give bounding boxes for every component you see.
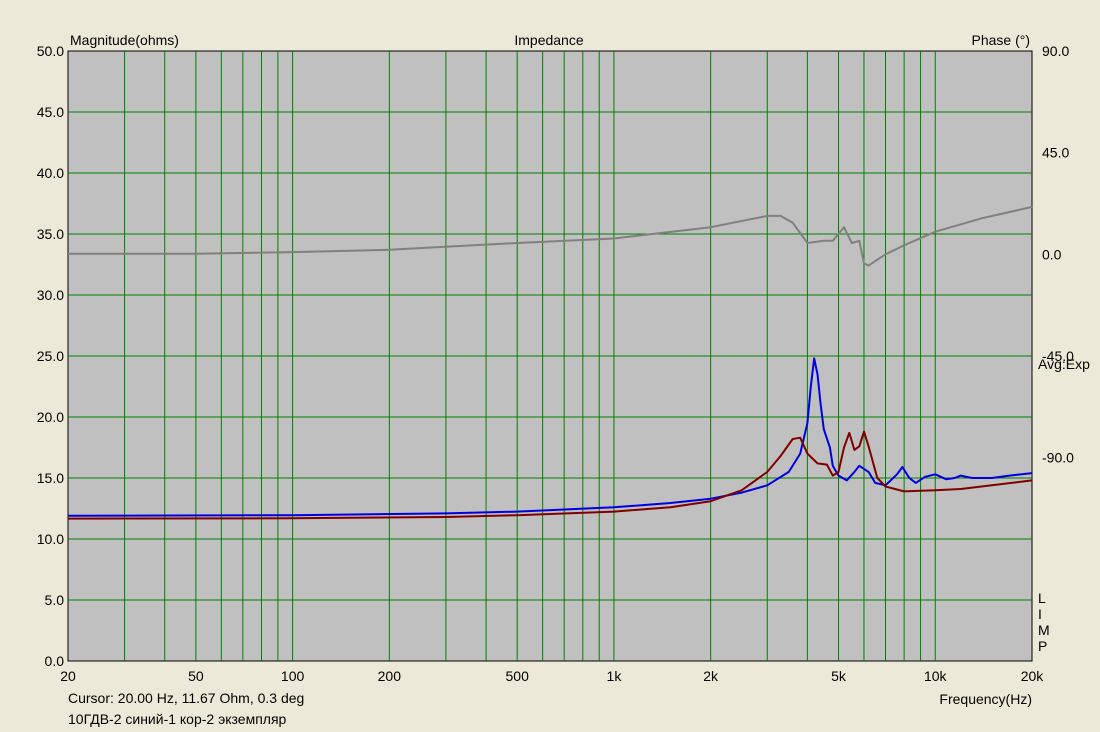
impedance-chart: 0.0 5.0 10.0 15.0 20.0 25.0 30.0 35.0 40.0 45.0 50… xyxy=(37,32,1090,707)
limp-letter-i: I xyxy=(1038,606,1042,622)
x-tick-label: 100 xyxy=(281,668,305,684)
y-axis-label-left: Magnitude(ohms) xyxy=(70,32,179,48)
y-tick-label-left: 30.0 xyxy=(37,287,64,303)
x-tick-label: 2k xyxy=(703,668,719,684)
limp-letter-l: L xyxy=(1038,590,1046,606)
cursor-readout: Cursor: 20.00 Hz, 11.67 Ohm, 0.3 deg xyxy=(68,690,305,706)
y-tick-label-left: 50.0 xyxy=(37,43,64,59)
y-tick-label-left: 35.0 xyxy=(37,226,64,242)
y-tick-label-left: 0.0 xyxy=(45,653,65,669)
x-tick-label: 5k xyxy=(831,668,847,684)
y-tick-label-right: -90.0 xyxy=(1042,450,1074,466)
y-tick-label-right: 45.0 xyxy=(1042,145,1069,161)
y-tick-label-right: 90.0 xyxy=(1042,43,1069,59)
chart-title: Impedance xyxy=(514,32,583,48)
y-tick-label-left: 25.0 xyxy=(37,348,64,364)
measurement-label: 10ГДВ-2 синий-1 кор-2 экземпляр xyxy=(68,711,287,727)
x-tick-label: 1k xyxy=(607,668,623,684)
y-tick-label-left: 5.0 xyxy=(45,592,65,608)
x-tick-label: 50 xyxy=(188,668,204,684)
y-axis-label-right: Phase (°) xyxy=(971,32,1030,48)
y-tick-label-left: 15.0 xyxy=(37,470,64,486)
x-tick-label: 200 xyxy=(378,668,402,684)
y-tick-label-left: 20.0 xyxy=(37,409,64,425)
x-axis-label: Frequency(Hz) xyxy=(939,691,1032,707)
x-tick-label: 500 xyxy=(506,668,530,684)
x-tick-label: 10k xyxy=(924,668,948,684)
y-tick-label-left: 40.0 xyxy=(37,165,64,181)
y-tick-label-right: 0.0 xyxy=(1042,246,1062,262)
y-tick-label-left: 45.0 xyxy=(37,104,64,120)
x-tick-label: 20 xyxy=(60,668,76,684)
y-tick-label-left: 10.0 xyxy=(37,531,64,547)
limp-letter-m: M xyxy=(1038,622,1050,638)
avg-exp-label: Avg:Exp xyxy=(1038,356,1090,372)
x-tick-label: 20k xyxy=(1021,668,1045,684)
limp-letter-p: P xyxy=(1038,638,1047,654)
